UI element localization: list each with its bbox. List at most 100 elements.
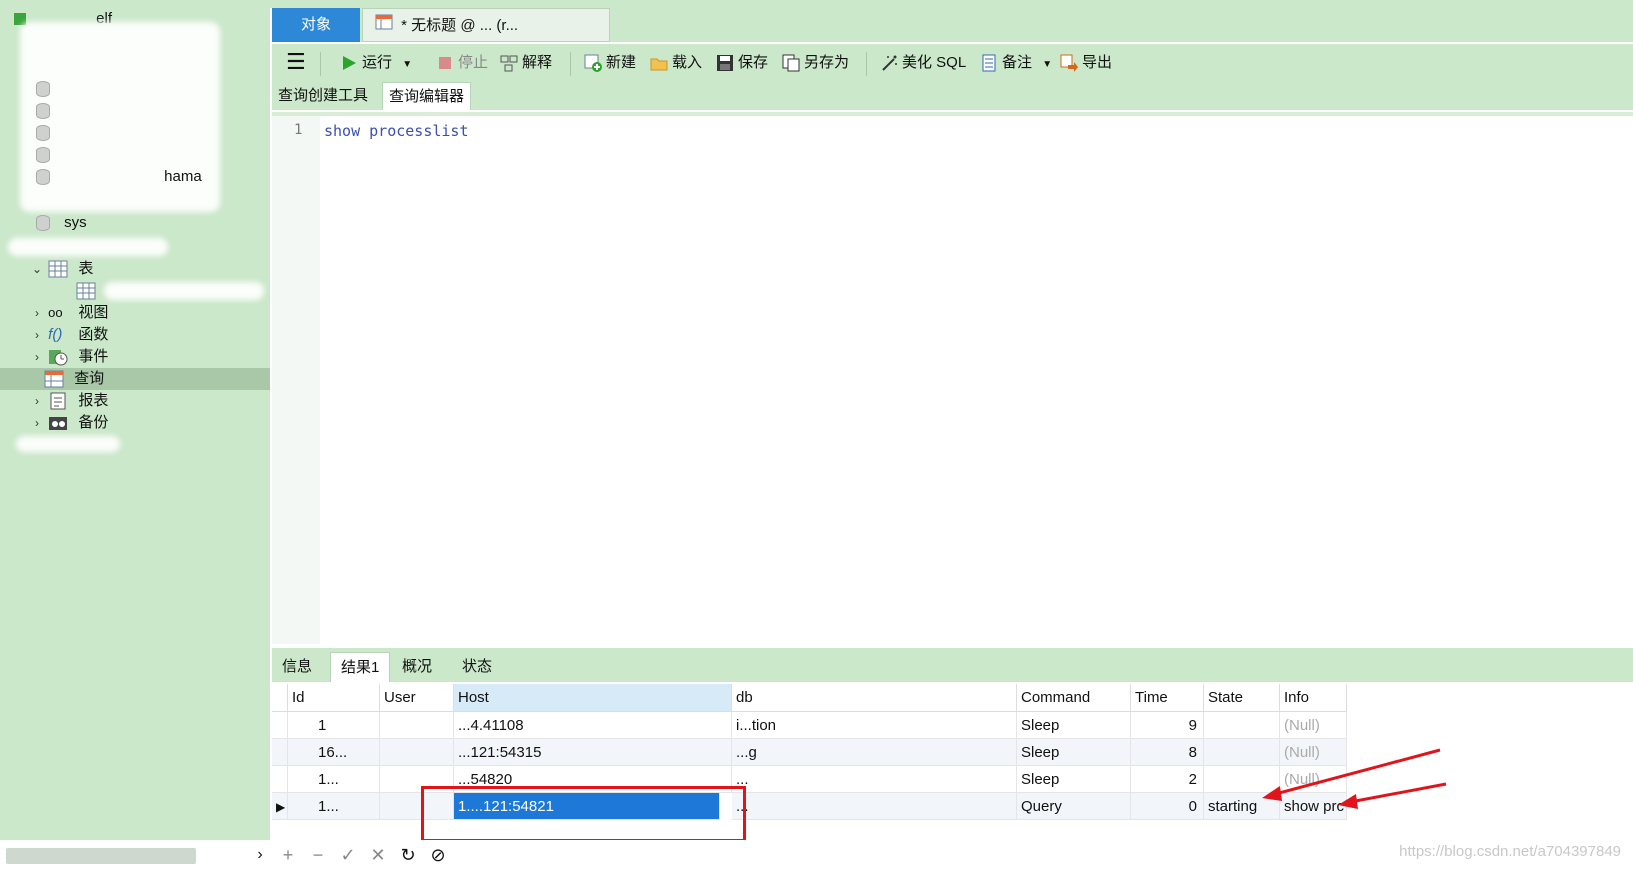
subtab-label: 查询编辑器 xyxy=(389,88,465,105)
table-item[interactable] xyxy=(76,280,102,302)
table-cell[interactable]: 2 xyxy=(1131,766,1204,793)
beautify-sql-button[interactable]: 美化 SQL xyxy=(880,50,966,76)
tab-status[interactable]: 状态 xyxy=(452,652,502,682)
database-node-sys[interactable]: sys xyxy=(36,212,87,234)
table-cell[interactable] xyxy=(1204,766,1280,793)
table-cell[interactable]: (Null) xyxy=(1280,712,1347,739)
chevron-right-icon[interactable]: › xyxy=(30,346,44,368)
table-cell[interactable]: 0 xyxy=(1131,793,1204,820)
table-cell[interactable] xyxy=(1204,712,1280,739)
tab-result1[interactable]: 结果1 xyxy=(330,652,391,682)
tree-node-queries[interactable]: 查询 xyxy=(0,368,270,390)
explain-button[interactable]: 解释 xyxy=(500,50,552,76)
table-cell[interactable]: 8 xyxy=(1131,739,1204,766)
table-cell[interactable]: ...121:54315 xyxy=(454,739,732,766)
table-cell[interactable]: 1 xyxy=(288,712,380,739)
table-cell[interactable]: Sleep xyxy=(1017,712,1131,739)
tree-node-views[interactable]: › oo 视图 xyxy=(30,302,108,324)
column-header-state[interactable]: State xyxy=(1204,684,1280,712)
database-node[interactable] xyxy=(36,100,60,122)
sql-editor[interactable]: 1 show processlist xyxy=(272,112,1633,644)
table-cell[interactable]: 1... xyxy=(288,766,380,793)
tab-objects[interactable]: 对象 xyxy=(272,8,360,42)
load-button[interactable]: 载入 xyxy=(650,50,702,76)
current-row-arrow-icon: ▶ xyxy=(276,800,286,814)
row-indicator[interactable] xyxy=(272,739,288,766)
tree-node-backups[interactable]: › 备份 xyxy=(30,412,108,434)
table-cell[interactable]: starting xyxy=(1204,793,1280,820)
chevron-right-icon[interactable]: › xyxy=(30,390,44,412)
table-cell[interactable]: ...g xyxy=(732,739,1017,766)
menu-icon[interactable]: ☰ xyxy=(286,50,306,76)
table-cell[interactable]: Query xyxy=(1017,793,1131,820)
column-header-host[interactable]: Host xyxy=(454,684,732,712)
database-node[interactable] xyxy=(36,78,60,100)
table-cell[interactable]: ... xyxy=(732,793,1017,820)
database-node[interactable] xyxy=(36,122,60,144)
tree-node-functions[interactable]: › f() 函数 xyxy=(30,324,108,346)
stop-refresh-icon[interactable]: ⊘ xyxy=(426,842,450,868)
delete-record-icon[interactable]: − xyxy=(306,842,330,868)
database-node[interactable] xyxy=(36,144,60,166)
stop-button[interactable]: 停止 xyxy=(436,50,488,76)
dropdown-arrow-icon[interactable]: ▼ xyxy=(1042,59,1052,70)
navigator-sidebar[interactable]: elf hama sys ⌄ 表 › oo 视图 › f() 函数 › 事件 查… xyxy=(0,0,270,870)
tab-query[interactable]: * 无标题 @ ... (r... xyxy=(362,8,610,42)
chevron-right-icon[interactable]: › xyxy=(30,412,44,434)
tree-node-tables[interactable]: ⌄ 表 xyxy=(30,258,93,280)
refresh-icon[interactable]: ↻ xyxy=(396,842,420,868)
export-button[interactable]: 导出 xyxy=(1060,50,1112,76)
table-cell[interactable] xyxy=(1204,739,1280,766)
table-cell[interactable]: show prc xyxy=(1280,793,1347,820)
table-cell[interactable]: ...4.41108 xyxy=(454,712,732,739)
tree-node-events[interactable]: › 事件 xyxy=(30,346,108,368)
separator xyxy=(866,52,867,76)
table-cell[interactable] xyxy=(380,712,454,739)
export-label: 导出 xyxy=(1082,54,1113,71)
table-cell[interactable]: Sleep xyxy=(1017,739,1131,766)
row-indicator[interactable] xyxy=(272,766,288,793)
discard-changes-icon[interactable]: ✕ xyxy=(366,842,390,868)
add-record-icon[interactable]: + xyxy=(276,842,300,868)
chevron-right-icon[interactable]: › xyxy=(30,324,44,346)
save-button[interactable]: 保存 xyxy=(716,50,768,76)
column-header-time[interactable]: Time xyxy=(1131,684,1204,712)
scroll-right-icon[interactable]: › xyxy=(248,842,272,868)
sql-code[interactable]: show processlist xyxy=(324,122,469,140)
tab-info[interactable]: 信息 xyxy=(272,652,322,682)
table-cell[interactable]: 16... xyxy=(288,739,380,766)
table-cell[interactable]: ... xyxy=(732,766,1017,793)
tab-query-editor[interactable]: 查询编辑器 xyxy=(382,82,472,110)
run-button[interactable]: 运行 ▼ xyxy=(340,50,412,76)
database-icon xyxy=(36,215,50,232)
table-cell[interactable]: i...tion xyxy=(732,712,1017,739)
explain-icon xyxy=(500,54,518,72)
chevron-down-icon[interactable]: ⌄ xyxy=(30,258,44,280)
row-indicator[interactable] xyxy=(272,712,288,739)
table-cell[interactable]: 9 xyxy=(1131,712,1204,739)
tab-overview[interactable]: 概况 xyxy=(392,652,442,682)
separator xyxy=(320,52,321,76)
column-header-command[interactable]: Command xyxy=(1017,684,1131,712)
new-button[interactable]: 新建 xyxy=(584,50,636,76)
apply-changes-icon[interactable]: ✓ xyxy=(336,842,360,868)
tree-node-reports[interactable]: › 报表 xyxy=(30,390,108,412)
column-header-user[interactable]: User xyxy=(380,684,454,712)
table-cell[interactable]: 1... xyxy=(288,793,380,820)
table-cell[interactable]: (Null) xyxy=(1280,766,1347,793)
row-indicator-current[interactable]: ▶ xyxy=(272,793,288,820)
dropdown-arrow-icon[interactable]: ▼ xyxy=(402,59,412,70)
subtab-label: 查询创建工具 xyxy=(278,87,369,104)
table-cell[interactable] xyxy=(380,739,454,766)
chevron-right-icon[interactable]: › xyxy=(30,302,44,324)
tab-query-builder[interactable]: 查询创建工具 xyxy=(272,82,374,110)
comment-button[interactable]: 备注 ▼ xyxy=(980,50,1052,76)
column-header-info[interactable]: Info xyxy=(1280,684,1347,712)
save-as-button[interactable]: 另存为 xyxy=(782,50,849,76)
column-header-id[interactable]: Id xyxy=(288,684,380,712)
database-node-partial[interactable]: hama xyxy=(36,166,202,188)
table-cell[interactable]: (Null) xyxy=(1280,739,1347,766)
horizontal-scrollbar[interactable] xyxy=(6,848,196,864)
column-header-db[interactable]: db xyxy=(732,684,1017,712)
table-cell[interactable]: Sleep xyxy=(1017,766,1131,793)
